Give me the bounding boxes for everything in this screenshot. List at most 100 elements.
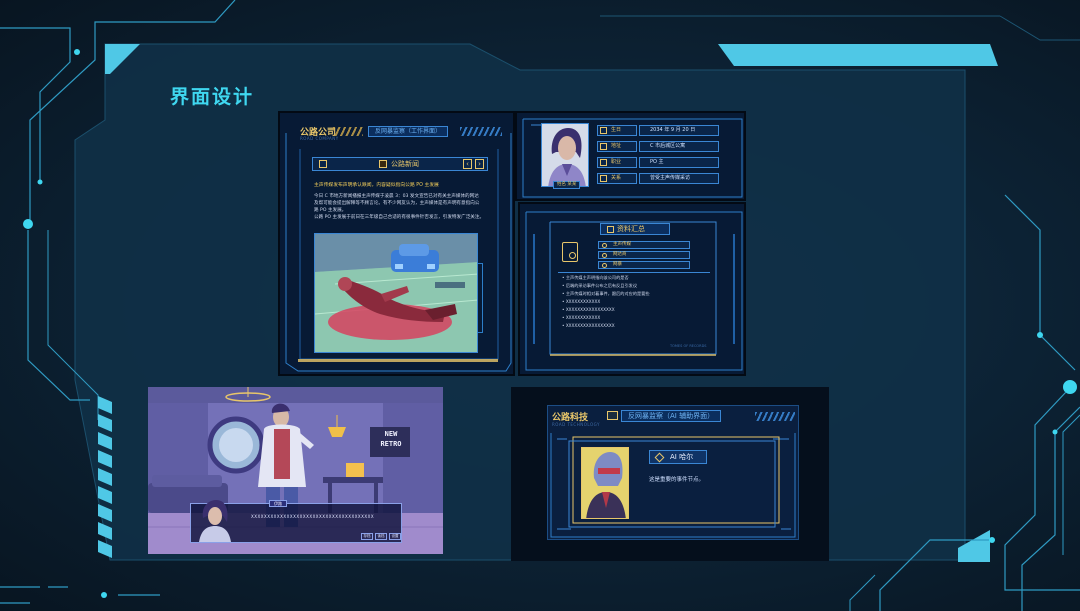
ai-brand-subtitle: ROAD TECHNOLOGY <box>552 422 600 427</box>
field-relation-value: 曾受主声传媒采访 <box>639 173 719 184</box>
ai-name-badge: AI 哈尔 <box>649 450 707 464</box>
dialogue-button-settings[interactable]: 设置 <box>389 533 401 540</box>
diamond-icon <box>654 452 665 463</box>
item-dot-icon <box>602 263 607 268</box>
prev-button[interactable]: ‹ <box>463 159 472 169</box>
field-birthday-value: 2034 年 9 月 20 日 <box>639 125 719 136</box>
shop-sign: NEW RETRO <box>372 429 410 457</box>
avatar <box>541 123 589 187</box>
bullet-text: 主声传媒时相对着事件，跟后的对应的是要些 <box>565 291 650 296</box>
news-headline: 主声传媒发布声明承认跌闻，内容疑似指向公路 PO 主发展 <box>314 183 439 188</box>
news-line: 路 PO 主发展。 <box>314 208 347 213</box>
field-address-value: C 市后城区公寓 <box>639 141 719 152</box>
summary-item[interactable]: 网暴 <box>598 261 690 269</box>
speaker-portrait-illustration <box>199 500 231 542</box>
notification-icon <box>319 160 327 168</box>
bullet-item: • 主声传媒时相对着事件，跟后的对应的是要些 <box>562 291 650 296</box>
bullet-text: XXXXXXXXXXXXXXXXX <box>565 307 615 312</box>
summary-item-label: 网暴 <box>613 262 622 267</box>
slide: 界面设计 公路公司 ROAD COMPANY 反网暴监察（工作界面） 公路新闻 … <box>0 0 1080 611</box>
field-label: 地址 <box>611 143 622 149</box>
summary-bullets: • 主声传媒主声明指向该公司的是否 • 后端的采访事件公布之后有反且引发议 • … <box>562 274 712 330</box>
summary-item-label: 主声传媒 <box>613 242 631 247</box>
item-dot-icon <box>602 243 607 248</box>
news-line: 及帮可能会提出解释等不顾言论。有不少网友认为，主声媒体是有声明有意指向公 <box>314 201 480 206</box>
monitor-icon <box>607 411 618 420</box>
page-title: 界面设计 <box>170 86 255 108</box>
dialogue-box[interactable]: 伊路 XXXXXXXXXXXXXXXXXXXXXXXXXXXXXXXXXXXXX… <box>190 500 402 543</box>
summary-footer: TOMES OF RECORDS <box>670 344 707 348</box>
bullet-text: 主声传媒主声明指向该公司的是否 <box>565 275 629 280</box>
news-line: 今日 C 市地方新闻播报主声传媒于凌晨 3：03 发文宣告已对有关主声媒体的网达 <box>314 194 479 199</box>
ai-robot-portrait <box>582 448 628 518</box>
briefcase-icon <box>600 159 607 166</box>
bullet-item: • XXXXXXXXXXXXXXXXX <box>562 307 615 312</box>
avatar-name-tag: 姓名 某某 <box>553 181 581 189</box>
profile-panel: 姓名 某某 生日 2034 年 9 月 20 日 地址 C 市后城区公寓 职业 … <box>515 111 746 201</box>
ai-avatar <box>581 447 629 519</box>
user-icon <box>569 252 576 259</box>
next-button[interactable]: › <box>475 159 484 169</box>
dialogue-button-save[interactable]: 存档 <box>361 533 373 540</box>
dialogue-button-load[interactable]: 读档 <box>375 533 387 540</box>
calendar-icon <box>600 127 607 134</box>
field-birthday-label: 生日 <box>597 125 637 136</box>
speaker-name-tag: 伊路 <box>269 500 287 507</box>
bullet-text: XXXXXXXXXXXX <box>565 299 601 304</box>
field-job-label: 职业 <box>597 157 637 168</box>
bullet-item: • XXXXXXXXXXXX <box>562 315 601 320</box>
tab-work-interface[interactable]: 反网暴监察（工作界面） <box>368 126 449 137</box>
bullet-text: XXXXXXXXXXXXXXXXX <box>565 323 615 328</box>
tab-label: 反网暴监察（AI 辅助界面） <box>628 412 715 420</box>
name-tag-label: 姓名 某某 <box>557 182 577 187</box>
people-icon <box>600 175 607 182</box>
summary-item[interactable]: 网达商 <box>598 251 690 259</box>
home-icon <box>600 143 607 150</box>
summary-title-bar: 资料汇总 <box>600 223 670 235</box>
speaker-portrait <box>197 498 233 542</box>
field-address-label: 地址 <box>597 141 637 152</box>
field-label: 生日 <box>611 127 622 133</box>
game-scene: NEW RETRO 伊路 XXXXXXXXXXXXXXXXXXXXXXXXXXX… <box>148 387 443 554</box>
field-label: 关系 <box>611 175 622 181</box>
sign-line: NEW <box>384 430 398 438</box>
bullet-text: 后端的采访事件公布之后有反且引发议 <box>565 283 638 288</box>
bullet-item: • XXXXXXXXXXXXXXXXX <box>562 323 615 328</box>
news-body: 今日 C 市地方新闻播报主声传媒于凌晨 3：03 发文宣告已对有关主声媒体的网达… <box>314 193 496 221</box>
news-icon <box>379 160 387 168</box>
bullet-item: • XXXXXXXXXXXX <box>562 299 601 304</box>
news-line: 公路 PO 主发展于前日在三年级自己合适的有很事件针否发言，引发特发广泛关注。 <box>314 215 485 220</box>
document-user-icon <box>562 242 578 262</box>
bullet-item: • 主声传媒主声明指向该公司的是否 <box>562 275 629 280</box>
field-relation-label: 关系 <box>597 173 637 184</box>
ai-message: 这是重要的事件节点。 <box>649 477 705 483</box>
stripes-decoration <box>460 127 502 136</box>
news-panel: 公路公司 ROAD COMPANY 反网暴监察（工作界面） 公路新闻 ‹ › 主… <box>278 111 515 376</box>
brand-subtitle: ROAD COMPANY <box>300 136 339 141</box>
speaker-name: 伊路 <box>274 501 282 506</box>
summary-panel: 资料汇总 主声传媒 网达商 网暴 • 主声传媒主声明指向该公司的是否 • 后端的… <box>518 202 746 376</box>
portrait-illustration <box>542 124 588 186</box>
illustration-border-accent <box>478 263 483 333</box>
bullet-item: • 后端的采访事件公布之后有反且引发议 <box>562 283 638 288</box>
stripes-decoration <box>333 127 363 136</box>
summary-item-label: 网达商 <box>613 252 627 257</box>
summary-divider <box>558 272 710 273</box>
sign-line: RETRO <box>380 440 402 448</box>
tab-ai-interface[interactable]: 反网暴监察（AI 辅助界面） <box>621 410 722 422</box>
summary-item[interactable]: 主声传媒 <box>598 241 690 249</box>
stripes-decoration <box>755 412 795 421</box>
summary-title: 资料汇总 <box>617 225 645 233</box>
section-header: 公路新闻 ‹ › <box>312 157 488 171</box>
item-dot-icon <box>602 253 607 258</box>
bullet-text: XXXXXXXXXXXX <box>565 315 601 320</box>
tab-label: 反网暴监察（工作界面） <box>375 128 442 135</box>
folder-icon <box>607 226 614 233</box>
field-job-value: PO 主 <box>639 157 719 168</box>
section-title: 公路新闻 <box>391 160 419 168</box>
ai-agent-name: AI 哈尔 <box>670 453 694 461</box>
crime-scene-illustration <box>315 234 477 352</box>
dialogue-text: XXXXXXXXXXXXXXXXXXXXXXXXXXXXXXXXXXXXXX <box>251 514 375 519</box>
field-label: 职业 <box>611 159 622 165</box>
ai-assistant-panel: 公路科技 ROAD TECHNOLOGY 反网暴监察（AI 辅助界面） AI 哈… <box>511 387 829 561</box>
